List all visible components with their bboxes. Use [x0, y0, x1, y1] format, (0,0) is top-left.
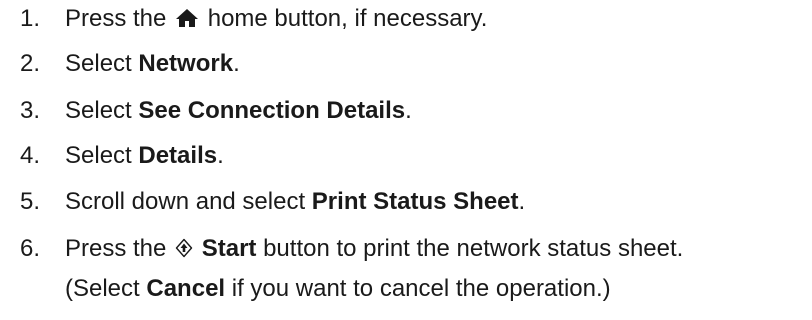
step-text-after: . [233, 50, 240, 77]
step-text-after: . [518, 188, 526, 215]
step-text-bold: See Connection Details [138, 97, 406, 124]
step-number: 3. [20, 97, 41, 124]
step-text: (Select Cancel if you want to cancel the… [65, 274, 611, 304]
step-text: Select See Connection Details. [65, 96, 412, 126]
step-text-bold: Details [138, 142, 218, 169]
step-text-before: Press the [65, 5, 174, 32]
step-text-bold: Start [201, 235, 257, 262]
step-text-after: if you want to cancel the operation.) [225, 275, 611, 302]
step-text-before: Press the [65, 235, 174, 262]
step-text-bold: Print Status Sheet [311, 188, 519, 215]
step-text: Press the home button, if necessary. [65, 4, 487, 34]
step-text-after: home button, if necessary. [201, 5, 488, 32]
step-number: 2. [20, 50, 41, 77]
step-number: 5. [20, 188, 41, 215]
step-text-bold: Network [138, 50, 234, 77]
step-text-after: . [405, 97, 412, 124]
step-text-before: Select [65, 142, 139, 169]
step-text: Scroll down and select Print Status Shee… [65, 187, 525, 217]
step-number: 6. [20, 235, 41, 262]
step-text: Select Details. [65, 141, 224, 171]
step-text-bold: Cancel [146, 275, 226, 302]
step-text-before: Scroll down and select [65, 188, 312, 215]
instruction-steps: 1. Press the home button, if necessary. … [0, 0, 812, 320]
step-text: Press the Start button to print the netw… [65, 234, 683, 264]
step-text-before: Select [65, 97, 139, 124]
step-number: 1. [20, 5, 41, 32]
step-text-after: button to print the network status sheet… [256, 235, 684, 262]
step-text-before: Select [65, 50, 139, 77]
step-number: 4. [20, 142, 41, 169]
step-text: Select Network. [65, 49, 240, 79]
step-text-before: (Select [65, 275, 147, 302]
home-icon [176, 9, 199, 27]
start-icon [175, 238, 193, 258]
step-text-after: . [217, 142, 224, 169]
